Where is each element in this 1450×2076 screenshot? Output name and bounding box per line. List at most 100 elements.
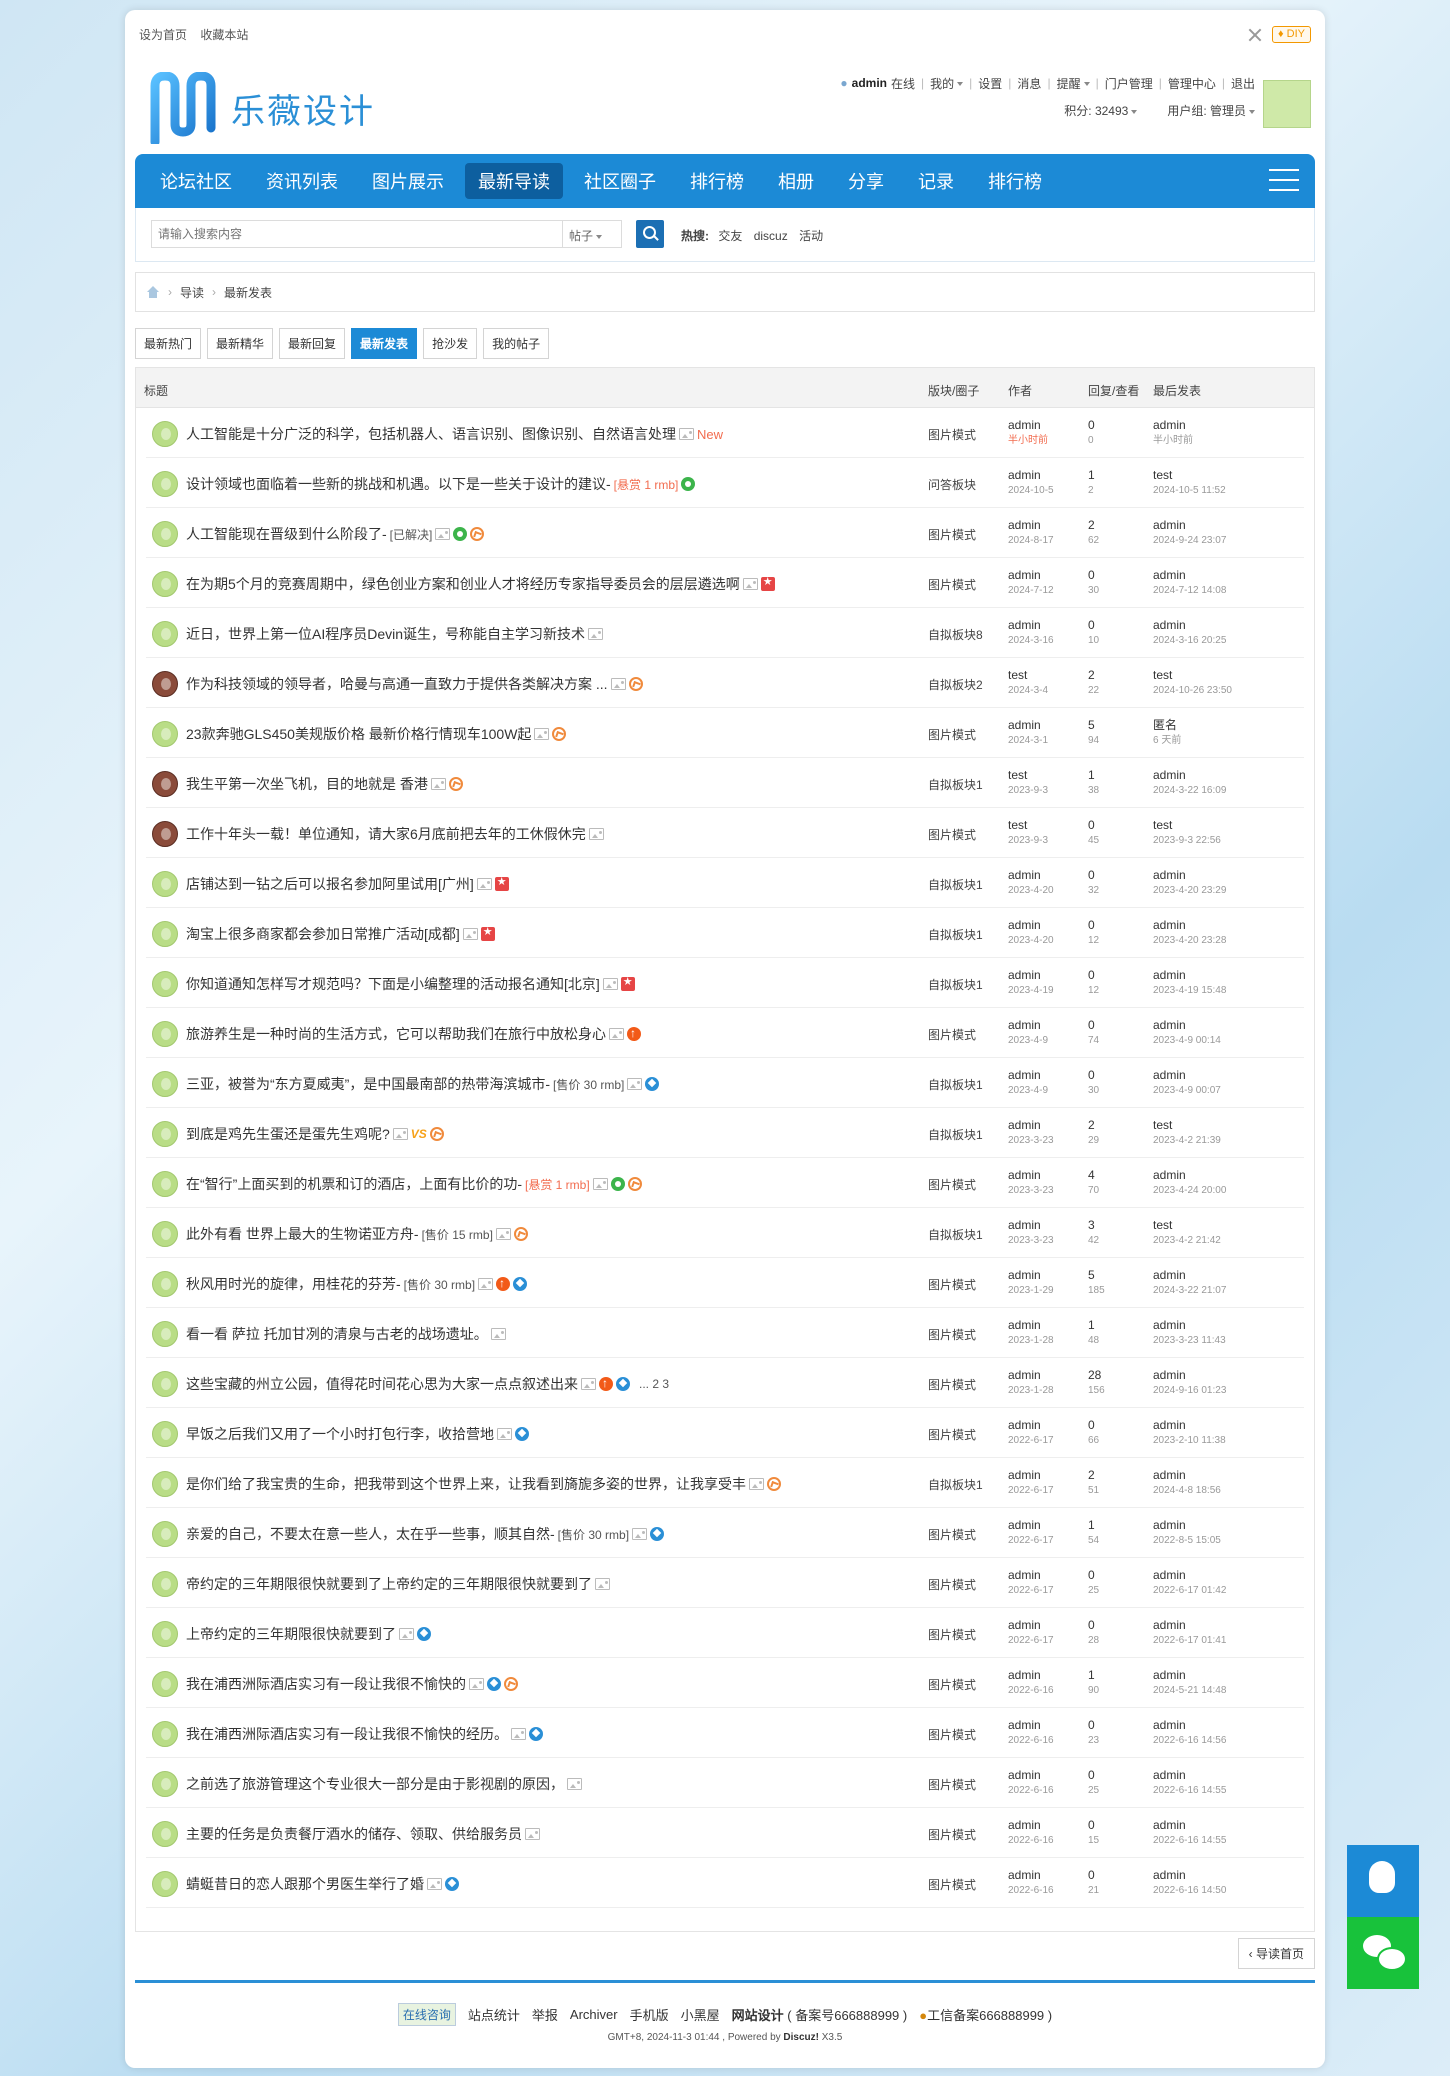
author-name[interactable]: admin [1008,518,1054,533]
last-post-user[interactable]: admin [1153,1818,1226,1833]
last-post-date[interactable]: 2023-4-9 00:07 [1153,1083,1221,1098]
avatar[interactable] [152,1521,178,1547]
last-post-user[interactable]: admin [1153,568,1226,583]
last-post-date[interactable]: 2022-6-16 14:56 [1153,1733,1226,1748]
nav-item-circles[interactable]: 社区圈子 [571,163,669,199]
avatar[interactable] [152,421,178,447]
avatar[interactable] [152,1621,178,1647]
last-post-user[interactable]: test [1153,468,1226,483]
last-post-user[interactable]: admin [1153,418,1193,433]
last-post-date[interactable]: 2024-3-22 16:09 [1153,783,1226,798]
thread-title-link[interactable]: 我在浦西洲际酒店实习有一段让我很不愉快的 [186,1674,466,1694]
last-post-user[interactable]: test [1153,1118,1221,1133]
avatar[interactable] [152,571,178,597]
last-post-date[interactable]: 2023-4-2 21:39 [1153,1133,1221,1148]
back-to-guide-button[interactable]: ‹ 导读首页 [1237,1938,1315,1969]
author-name[interactable]: admin [1008,968,1054,983]
last-post-date[interactable]: 2023-4-2 21:42 [1153,1233,1221,1248]
avatar[interactable] [152,1221,178,1247]
set-home-link[interactable]: 设为首页 [139,28,187,42]
thread-title-link[interactable]: 早饭之后我们又用了一个小时打包行李，收拾营地 [186,1424,494,1444]
thread-forum[interactable]: 图片模式 [928,526,976,543]
expand-icon[interactable] [1248,28,1262,42]
thread-title-link[interactable]: 此外有看 世界上最大的生物诺亚方舟- [186,1224,419,1244]
last-post-user[interactable]: admin [1153,1468,1221,1483]
nav-item-guide[interactable]: 最新导读 [465,163,563,199]
thread-forum[interactable]: 图片模式 [928,1726,976,1743]
last-post-date[interactable]: 2023-4-24 20:00 [1153,1183,1226,1198]
thread-forum[interactable]: 图片模式 [928,1426,976,1443]
site-logo[interactable]: 乐薇设计 [149,68,375,148]
thread-forum[interactable]: 图片模式 [928,1176,976,1193]
thread-title-link[interactable]: 23款奔驰GLS450美规版价格 最新价格行情现车100W起 [186,724,531,744]
thread-title-link[interactable]: 到底是鸡先生蛋还是蛋先生鸡呢? [186,1124,390,1144]
author-name[interactable]: admin [1008,1418,1054,1433]
nav-item-ranking[interactable]: 排行榜 [677,163,757,199]
author-name[interactable]: admin [1008,1218,1054,1233]
nav-item-news[interactable]: 资讯列表 [253,163,351,199]
thread-forum[interactable]: 自拟板块1 [928,976,983,993]
admin-center-link[interactable]: 管理中心 [1168,75,1216,92]
user-avatar[interactable] [1263,80,1311,128]
last-post-user[interactable]: admin [1153,1318,1226,1333]
last-post-user[interactable]: admin [1153,868,1226,883]
settings-link[interactable]: 设置 [978,75,1002,92]
last-post-date[interactable]: 2023-4-9 00:14 [1153,1033,1221,1048]
author-name[interactable]: admin [1008,618,1054,633]
author-name[interactable]: admin [1008,418,1048,433]
last-post-date[interactable]: 2024-9-16 01:23 [1153,1383,1226,1398]
footer-site-name[interactable]: 网站设计 [732,2008,784,2023]
discuz-link[interactable]: Discuz! [783,2032,819,2043]
author-name[interactable]: admin [1008,1468,1054,1483]
last-post-date[interactable]: 2024-9-24 23:07 [1153,533,1226,548]
last-post-user[interactable]: admin [1153,1018,1221,1033]
avatar[interactable] [152,1871,178,1897]
home-icon[interactable] [146,286,160,298]
last-post-date[interactable]: 2022-6-16 14:55 [1153,1833,1226,1848]
last-post-user[interactable]: admin [1153,968,1226,983]
avatar[interactable] [152,821,178,847]
thread-forum[interactable]: 问答板块 [928,476,976,493]
thread-title-link[interactable]: 这些宝藏的州立公园，值得花时间花心思为大家一点点叙述出来 [186,1374,578,1394]
author-name[interactable]: admin [1008,1168,1054,1183]
thread-title-link[interactable]: 作为科技领域的领导者，哈曼与高通一直致力于提供各类解决方案 ... [186,674,608,694]
footer-icp[interactable]: ( 备案号666888999 ) [787,2008,907,2023]
author-name[interactable]: admin [1008,1668,1054,1683]
last-post-user[interactable]: admin [1153,1268,1226,1283]
thread-title-link[interactable]: 淘宝上很多商家都会参加日常推广活动[成都] [186,924,460,944]
author-name[interactable]: admin [1008,1768,1054,1783]
avatar[interactable] [152,1371,178,1397]
diy-button[interactable]: ♦ DIY [1271,26,1311,43]
thread-title-link[interactable]: 人工智能现在晋级到什么阶段了- [186,524,387,544]
last-post-user[interactable]: admin [1153,1068,1221,1083]
last-post-user[interactable]: admin [1153,918,1226,933]
last-post-date[interactable]: 2023-4-20 23:28 [1153,933,1226,948]
thread-title-link[interactable]: 工作十年头一载！单位通知，请大家6月底前把去年的工休假休完 [186,824,586,844]
thread-title-link[interactable]: 是你们给了我宝贵的生命，把我带到这个世界上来，让我看到旖旎多姿的世界，让我享受丰 [186,1474,746,1494]
thread-forum[interactable]: 自拟板块1 [928,1076,983,1093]
last-post-date[interactable]: 2024-10-26 23:50 [1153,683,1232,698]
avatar[interactable] [152,871,178,897]
author-name[interactable]: admin [1008,1118,1054,1133]
author-name[interactable]: admin [1008,868,1054,883]
footer-archiver-link[interactable]: Archiver [570,2007,618,2022]
avatar[interactable] [152,1021,178,1047]
thread-title-link[interactable]: 三亚，被誉为“东方夏威夷”，是中国最南部的热带海滨城市- [186,1074,550,1094]
logout-link[interactable]: 退出 [1231,75,1255,92]
author-name[interactable]: test [1008,668,1048,683]
last-post-user[interactable]: test [1153,1218,1221,1233]
avatar[interactable] [152,971,178,997]
thread-forum[interactable]: 自拟板块1 [928,926,983,943]
thread-forum[interactable]: 图片模式 [928,1276,976,1293]
last-post-date[interactable]: 2022-6-17 01:41 [1153,1633,1226,1648]
thread-forum[interactable]: 图片模式 [928,1526,976,1543]
thread-forum[interactable]: 自拟板块1 [928,1126,983,1143]
tab-hot[interactable]: 最新热门 [135,328,202,359]
author-name[interactable]: admin [1008,1018,1048,1033]
tab-digest[interactable]: 最新精华 [207,328,274,359]
thread-title-link[interactable]: 旅游养生是一种时尚的生活方式，它可以帮助我们在旅行中放松身心 [186,1024,606,1044]
last-post-date[interactable]: 2024-10-5 11:52 [1153,483,1226,498]
avatar[interactable] [152,1571,178,1597]
last-post-user[interactable]: test [1153,818,1221,833]
last-post-user[interactable]: admin [1153,518,1226,533]
